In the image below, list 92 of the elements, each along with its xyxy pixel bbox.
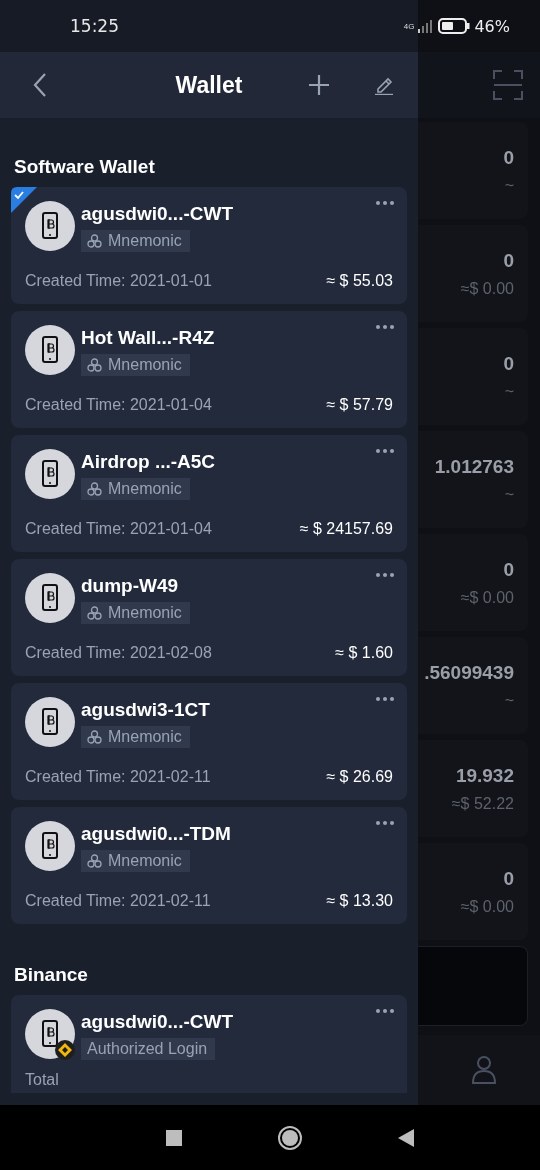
- asset-value: ~: [504, 176, 514, 195]
- network-type: 4G: [403, 21, 415, 31]
- circles-icon: [87, 233, 102, 248]
- circles-icon: [87, 729, 102, 744]
- wallet-balance: ≈ $ 55.03: [326, 272, 393, 290]
- asset-amount: 0: [503, 558, 514, 581]
- wallet-card[interactable]: agusdwi0...-CWT Mnemonic Created Time: 2021-01-01 ≈ $ 55.03: [11, 187, 407, 304]
- asset-amount: 0: [503, 867, 514, 890]
- asset-card[interactable]: 1.012763 ~: [418, 431, 528, 528]
- wallet-name: agusdwi0...-CWT: [81, 202, 233, 225]
- asset-amount: 19.932: [455, 764, 514, 787]
- created-time: Created Time: 2021-01-04: [25, 396, 212, 414]
- phone-wallet-icon: [25, 201, 77, 253]
- wallet-card[interactable]: agusdwi0...-CWT Authorized Login Total: [11, 995, 407, 1093]
- wallet-card[interactable]: Hot Wall...-R4Z Mnemonic Created Time: 2021-01-04 ≈ $ 57.79: [11, 311, 407, 428]
- signal-icon: [418, 19, 435, 33]
- asset-card[interactable]: 0 ≈$ 0.00: [418, 225, 528, 322]
- asset-card[interactable]: 0 ≈$ 0.00: [418, 534, 528, 631]
- section-title: Software Wallet: [13, 156, 156, 178]
- asset-card[interactable]: .56099439 ~: [418, 637, 528, 734]
- circles-icon: [87, 357, 102, 372]
- asset-value: ≈$ 0.00: [460, 279, 514, 298]
- phone-wallet-icon: [25, 449, 77, 501]
- phone-wallet-icon: [25, 1009, 77, 1061]
- asset-value: ~: [504, 382, 514, 401]
- wallet-name: agusdwi0...-CWT: [81, 1010, 233, 1033]
- wallet-name: Airdrop ...-A5C: [81, 450, 216, 473]
- more-icon[interactable]: [375, 1008, 395, 1014]
- wallet-card[interactable]: agusdwi3-1CT Mnemonic Created Time: 2021-02-11 ≈ $ 26.69: [11, 683, 407, 800]
- more-icon[interactable]: [375, 572, 395, 578]
- status-time: 15:25: [70, 16, 119, 36]
- wallet-card[interactable]: agusdwi0...-TDM Mnemonic Created Time: 2021-02-11 ≈ $ 13.30: [11, 807, 407, 924]
- created-time: Created Time: 2021-01-04: [25, 520, 212, 538]
- total-label: Total: [25, 1071, 60, 1089]
- tag-label: Mnemonic: [108, 851, 182, 870]
- tag-label: Mnemonic: [108, 727, 182, 746]
- circles-icon: [87, 853, 102, 868]
- asset-value: ≈$ 0.00: [460, 588, 514, 607]
- back-icon[interactable]: [32, 72, 48, 98]
- home-icon[interactable]: [277, 1124, 303, 1151]
- created-time: Created Time: 2021-02-11: [25, 768, 211, 786]
- circles-icon: [87, 481, 102, 496]
- asset-card[interactable]: 0 ~: [418, 328, 528, 425]
- phone-wallet-icon: [25, 821, 77, 873]
- phone-wallet-icon: [25, 325, 77, 377]
- wallet-name: dump-W49: [81, 574, 179, 597]
- wallet-name: agusdwi3-1CT: [81, 698, 210, 721]
- created-time: Created Time: 2021-02-08: [25, 644, 212, 662]
- asset-card[interactable]: 19.932 ≈$ 52.22: [418, 740, 528, 837]
- asset-value: ≈$ 52.22: [451, 794, 514, 813]
- asset-card[interactable]: 0 ≈$ 0.00: [418, 843, 528, 940]
- phone-wallet-icon: [25, 573, 77, 625]
- asset-value: ≈$ 0.00: [460, 897, 514, 916]
- asset-card[interactable]: 0 ~: [418, 122, 528, 219]
- asset-value: ~: [504, 485, 514, 504]
- wallet-balance: ≈ $ 26.69: [326, 768, 393, 786]
- asset-amount: 0: [503, 352, 514, 375]
- wallet-card[interactable]: dump-W49 Mnemonic Created Time: 2021-02-08 ≈ $ 1.60: [11, 559, 407, 676]
- asset-amount: 0: [503, 146, 514, 169]
- tag-label: Authorized Login: [87, 1039, 208, 1058]
- edit-icon[interactable]: [374, 75, 394, 95]
- wallet-name: Hot Wall...-R4Z: [81, 326, 215, 349]
- tag-label: Mnemonic: [108, 603, 182, 622]
- tag-label: Mnemonic: [108, 355, 182, 374]
- more-icon[interactable]: [375, 696, 395, 702]
- wallet-name: agusdwi0...-TDM: [81, 822, 231, 845]
- created-time: Created Time: 2021-01-01: [25, 272, 212, 290]
- more-icon[interactable]: [375, 448, 395, 454]
- asset-amount: 0: [503, 249, 514, 272]
- recent-apps-icon[interactable]: [166, 1129, 182, 1146]
- wallet-balance: ≈ $ 13.30: [326, 892, 393, 910]
- wallet-balance: ≈ $ 24157.69: [299, 520, 393, 538]
- wallet-balance: ≈ $ 1.60: [335, 644, 393, 662]
- asset-value: ~: [504, 691, 514, 710]
- tag-label: Mnemonic: [108, 231, 182, 250]
- back-nav-icon[interactable]: [398, 1128, 414, 1147]
- phone-wallet-icon: [25, 697, 77, 749]
- more-icon[interactable]: [375, 200, 395, 206]
- more-icon[interactable]: [375, 820, 395, 826]
- asset-amount: 1.012763: [434, 455, 514, 478]
- tag-label: Mnemonic: [108, 479, 182, 498]
- add-icon[interactable]: [308, 74, 330, 96]
- more-icon[interactable]: [375, 324, 395, 330]
- wallet-balance: ≈ $ 57.79: [326, 396, 393, 414]
- battery-percent: 46%: [474, 16, 510, 36]
- created-time: Created Time: 2021-02-11: [25, 892, 211, 910]
- page-title: Wallet: [174, 71, 244, 99]
- wallet-card[interactable]: Airdrop ...-A5C Mnemonic Created Time: 2021-01-04 ≈ $ 24157.69: [11, 435, 407, 552]
- battery-icon: [438, 18, 471, 34]
- circles-icon: [87, 605, 102, 620]
- asset-amount: .56099439: [424, 661, 514, 684]
- section-title: Binance: [13, 964, 89, 986]
